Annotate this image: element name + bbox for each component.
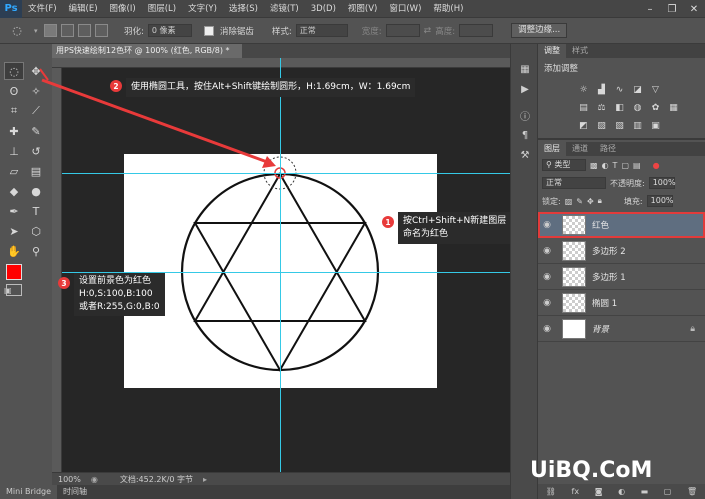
lock-transparency-icon[interactable]: ▨ (565, 197, 573, 206)
hue-saturation-icon[interactable]: ▤ (578, 102, 589, 113)
new-layer-icon[interactable]: ▢ (664, 487, 672, 496)
layers-tabs: 图层 通道 路径 (538, 142, 705, 156)
lock-position-icon[interactable]: ✥ (587, 197, 594, 206)
layer-name: 背景 (592, 324, 610, 335)
paragraph-panel-icon[interactable]: ¶ (517, 128, 533, 142)
bottom-panel-tabs: Mini Bridge 时间轴 (0, 485, 510, 499)
layer-thumbnail (562, 292, 586, 313)
lock-label: 锁定: (542, 196, 561, 206)
layer-row-polygon-2[interactable]: ◉ 多边形 2 (538, 238, 705, 264)
color-balance-icon[interactable]: ⚖ (596, 102, 607, 113)
tab-styles[interactable]: 样式 (566, 44, 594, 58)
layer-lock-icon: 🔒︎ (690, 323, 695, 334)
delete-layer-icon[interactable]: 🗑︎ (687, 487, 697, 496)
filter-pixel-icon[interactable]: ▩ (590, 161, 598, 170)
info-panel-icon[interactable]: ⓘ (517, 108, 533, 123)
step-3-line-3: 或者R:255,G:0,B:0 (79, 302, 160, 312)
filter-shape-icon[interactable]: ▢ (621, 161, 629, 170)
step-2-callout: 使用椭圆工具，按住Alt+Shift键绘制圆形，H:1.69cm，W：1.69c… (126, 78, 416, 97)
layer-name: 多边形 1 (592, 272, 626, 283)
levels-icon[interactable]: ▟ (596, 84, 607, 95)
status-menu-icon[interactable]: ◉ (91, 475, 98, 484)
layer-filter-select[interactable]: ⚲ 类型 (542, 159, 586, 171)
color-lookup-icon[interactable]: ▦ (668, 102, 679, 113)
adjustments-title: 添加调整 (544, 64, 579, 74)
filter-toggle-icon[interactable]: ● (653, 161, 660, 170)
site-watermark: UiBQ.CoM (530, 458, 653, 483)
step-1-line-2: 命名为红色 (403, 229, 449, 239)
document-info: 文档:452.2K/0 字节 (119, 474, 194, 484)
selective-color-icon[interactable]: ▣ (650, 120, 661, 131)
posterize-icon[interactable]: ▨ (596, 120, 607, 131)
actions-panel-icon[interactable]: ▶ (517, 82, 533, 96)
layer-row-ellipse-1[interactable]: ◉ 椭圆 1 (538, 290, 705, 316)
lock-pixels-icon[interactable]: ✎ (576, 197, 583, 206)
opacity-label: 不透明度: (610, 178, 645, 188)
layers-footer: ⛓ fx ◙ ◐ ▬ ▢ 🗑︎ (538, 484, 705, 499)
visibility-eye-icon[interactable]: ◉ (538, 246, 556, 256)
panel-icon-strip: ▦ ▶ ⓘ ¶ ⚒ (510, 44, 538, 499)
arrow-tail (39, 68, 49, 81)
threshold-icon[interactable]: ▧ (614, 120, 625, 131)
layer-filter-label: 类型 (554, 160, 571, 169)
step-3-line-1: 设置前景色为红色 (79, 276, 152, 286)
tab-adjustments[interactable]: 调整 (538, 44, 566, 58)
visibility-eye-icon[interactable]: ◉ (538, 220, 556, 230)
layer-thumbnail (562, 214, 586, 235)
layer-row-red[interactable]: ◉ 红色 (538, 212, 705, 238)
tab-mini-bridge[interactable]: Mini Bridge (0, 485, 58, 499)
blend-mode-select[interactable]: 正常 (542, 177, 606, 189)
status-expand-icon[interactable]: ▸ (203, 475, 207, 484)
fill-input[interactable]: 100% (646, 195, 674, 207)
layer-name: 椭圆 1 (592, 298, 618, 309)
brightness-icon[interactable]: ☼ (578, 84, 589, 95)
fill-label: 填充: (623, 196, 643, 206)
filter-smart-icon[interactable]: ▤ (633, 161, 641, 170)
black-white-icon[interactable]: ◧ (614, 102, 625, 113)
tab-layers[interactable]: 图层 (538, 142, 566, 156)
tab-timeline[interactable]: 时间轴 (57, 485, 93, 499)
add-mask-icon[interactable]: ◙ (595, 487, 603, 496)
layers-panel: 图层 通道 路径 ⚲ 类型 ▩ ◐ T ▢ ▤ ● 正常 不透明度: 100% … (538, 142, 705, 499)
tab-paths[interactable]: 路径 (594, 142, 622, 156)
adjustments-panel: 调整 样式 添加调整 ☼ ▟ ∿ ◪ ▽ ▤ ⚖ ◧ ◍ ✿ ▦ ◩ ▨ ▧ ▥… (538, 44, 705, 140)
layer-thumbnail (562, 266, 586, 287)
filter-adjustment-icon[interactable]: ◐ (602, 161, 609, 170)
adjustments-tabs: 调整 样式 (538, 44, 705, 58)
layer-name: 红色 (592, 220, 610, 231)
curves-icon[interactable]: ∿ (614, 84, 625, 95)
layer-row-polygon-1[interactable]: ◉ 多边形 1 (538, 264, 705, 290)
channel-mixer-icon[interactable]: ✿ (650, 102, 661, 113)
visibility-eye-icon[interactable]: ◉ (538, 298, 556, 308)
photo-filter-icon[interactable]: ◍ (632, 102, 643, 113)
vibrance-icon[interactable]: ▽ (650, 84, 661, 95)
history-panel-icon[interactable]: ▦ (517, 62, 533, 76)
tab-channels[interactable]: 通道 (566, 142, 594, 156)
link-layers-icon[interactable]: ⛓ (546, 487, 556, 496)
step-1-line-1: 按Ctrl+Shift+N新建图层 (403, 216, 507, 226)
layer-name: 多边形 2 (592, 246, 626, 257)
opacity-input[interactable]: 100% (648, 177, 676, 189)
visibility-eye-icon[interactable]: ◉ (538, 324, 556, 334)
new-group-icon[interactable]: ▬ (641, 487, 649, 496)
lock-all-icon[interactable]: 🔒︎ (598, 196, 602, 206)
new-adjustment-icon[interactable]: ◐ (618, 487, 625, 496)
visibility-eye-icon[interactable]: ◉ (538, 272, 556, 282)
step-3-callout: 设置前景色为红色 H:0,S:100,B:100 或者R:255,G:0,B:0 (74, 273, 165, 316)
gradient-map-icon[interactable]: ▥ (632, 120, 643, 131)
step-3-badge: 3 (58, 277, 70, 289)
layer-row-background[interactable]: ◉ 背景 🔒︎ (538, 316, 705, 342)
invert-icon[interactable]: ◩ (578, 120, 589, 131)
filter-type-icon[interactable]: T (613, 161, 618, 170)
status-bar: 100% ◉ 文档:452.2K/0 字节 ▸ (52, 472, 510, 485)
layer-thumbnail (562, 318, 586, 339)
exposure-icon[interactable]: ◪ (632, 84, 643, 95)
step-2-badge: 2 (110, 80, 122, 92)
tool-presets-icon[interactable]: ⚒ (517, 148, 533, 162)
step-1-badge: 1 (382, 216, 394, 228)
layer-thumbnail (562, 240, 586, 261)
layer-style-icon[interactable]: fx (572, 487, 580, 496)
zoom-level[interactable]: 100% (58, 475, 81, 484)
step-3-line-2: H:0,S:100,B:100 (79, 289, 153, 299)
